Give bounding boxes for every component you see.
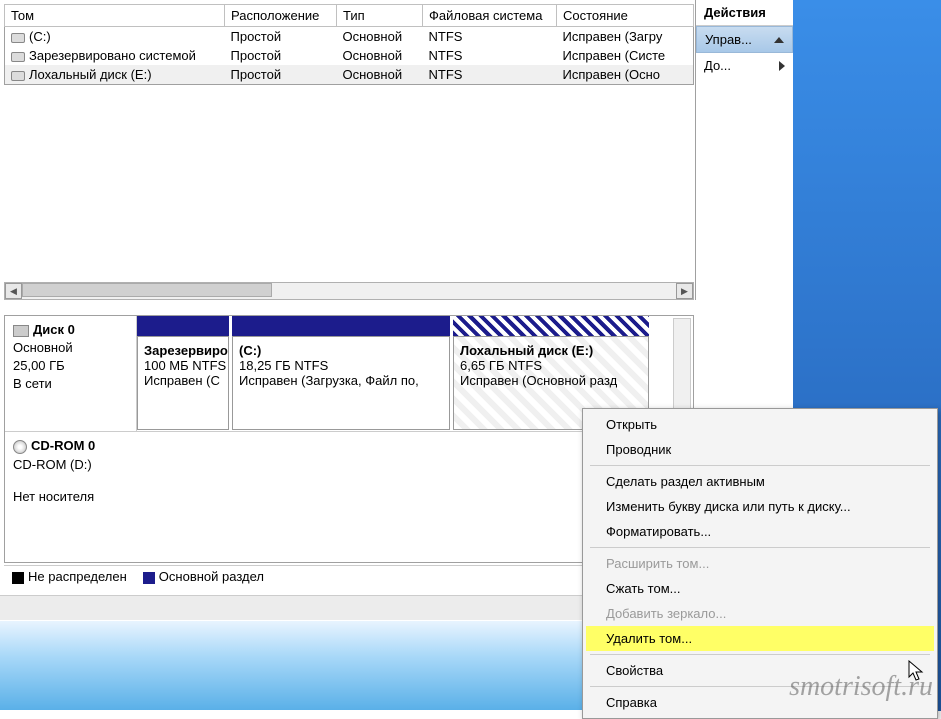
menu-mirror: Добавить зеркало...	[586, 601, 934, 626]
actions-panel: Действия Управ... До...	[695, 0, 793, 300]
col-location[interactable]: Расположение	[225, 5, 337, 27]
disk-info[interactable]: Диск 0 Основной 25,00 ГБ В сети	[5, 316, 137, 431]
volume-icon	[11, 52, 25, 62]
scroll-right-arrow[interactable]: ▶	[676, 283, 693, 299]
menu-make-active[interactable]: Сделать раздел активным	[586, 469, 934, 494]
menu-explorer[interactable]: Проводник	[586, 437, 934, 462]
col-status[interactable]: Состояние	[557, 5, 694, 27]
actions-header: Действия	[696, 0, 793, 26]
expand-icon	[779, 61, 785, 71]
table-row[interactable]: Зарезервировано системой Простой Основно…	[5, 46, 694, 65]
menu-help[interactable]: Справка	[586, 690, 934, 715]
table-row[interactable]: Лохальный диск (E:) Простой Основной NTF…	[5, 65, 694, 85]
menu-open[interactable]: Открыть	[586, 412, 934, 437]
col-type[interactable]: Тип	[337, 5, 423, 27]
partition-reserved[interactable]: Зарезервиро 100 МБ NTFS Исправен (С	[137, 316, 229, 431]
table-row[interactable]: (C:) Простой Основной NTFS Исправен (Заг…	[5, 27, 694, 47]
scroll-thumb[interactable]	[22, 283, 272, 297]
action-manage[interactable]: Управ...	[696, 26, 793, 53]
menu-delete-volume[interactable]: Удалить том...	[586, 626, 934, 651]
menu-extend: Расширить том...	[586, 551, 934, 576]
action-more[interactable]: До...	[696, 53, 793, 78]
menu-format[interactable]: Форматировать...	[586, 519, 934, 544]
disk-icon	[13, 325, 29, 337]
context-menu: Открыть Проводник Сделать раздел активны…	[582, 408, 938, 719]
legend-primary: Основной раздел	[143, 569, 264, 584]
menu-shrink[interactable]: Сжать том...	[586, 576, 934, 601]
partition-c[interactable]: (C:) 18,25 ГБ NTFS Исправен (Загрузка, Ф…	[232, 316, 450, 431]
volume-icon	[11, 71, 25, 81]
volume-icon	[11, 33, 25, 43]
menu-change-letter[interactable]: Изменить букву диска или путь к диску...	[586, 494, 934, 519]
menu-properties[interactable]: Свойства	[586, 658, 934, 683]
volume-table[interactable]: Том Расположение Тип Файловая система Со…	[4, 4, 694, 85]
cdrom-icon	[13, 440, 27, 454]
scroll-left-arrow[interactable]: ◀	[5, 283, 22, 299]
legend-unallocated: Не распределен	[12, 569, 127, 584]
col-fs[interactable]: Файловая система	[423, 5, 557, 27]
col-volume[interactable]: Том	[5, 5, 225, 27]
horizontal-scrollbar[interactable]: ◀ ▶	[4, 282, 694, 300]
collapse-icon	[774, 37, 784, 43]
